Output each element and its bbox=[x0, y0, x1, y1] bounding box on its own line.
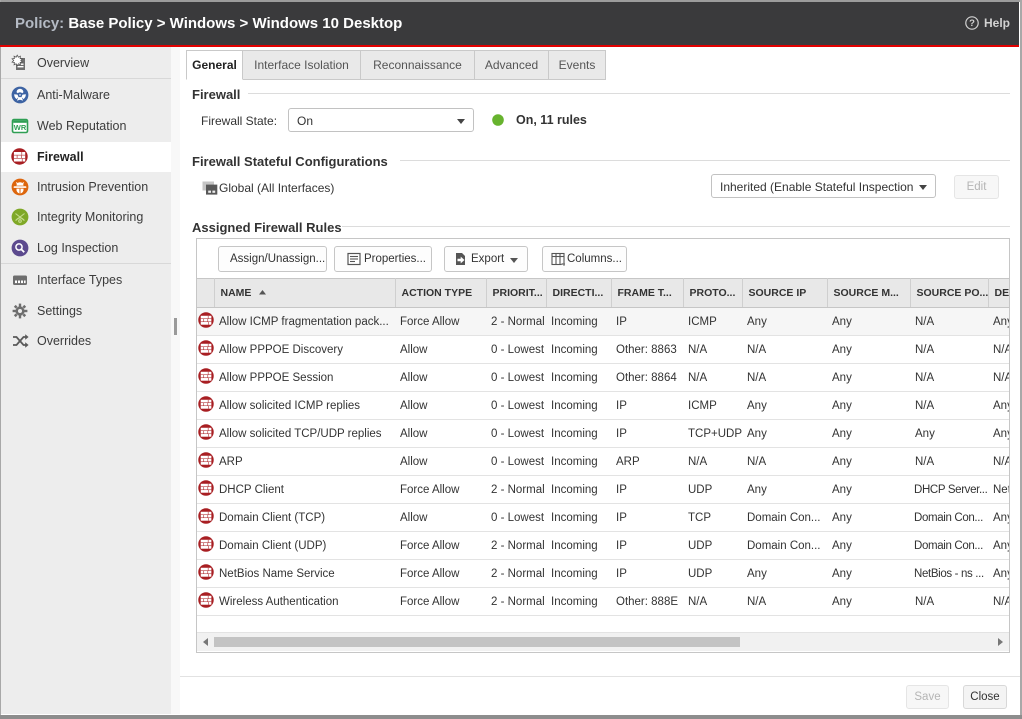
svg-text:?: ? bbox=[969, 18, 975, 29]
svg-text:WR: WR bbox=[14, 123, 27, 132]
